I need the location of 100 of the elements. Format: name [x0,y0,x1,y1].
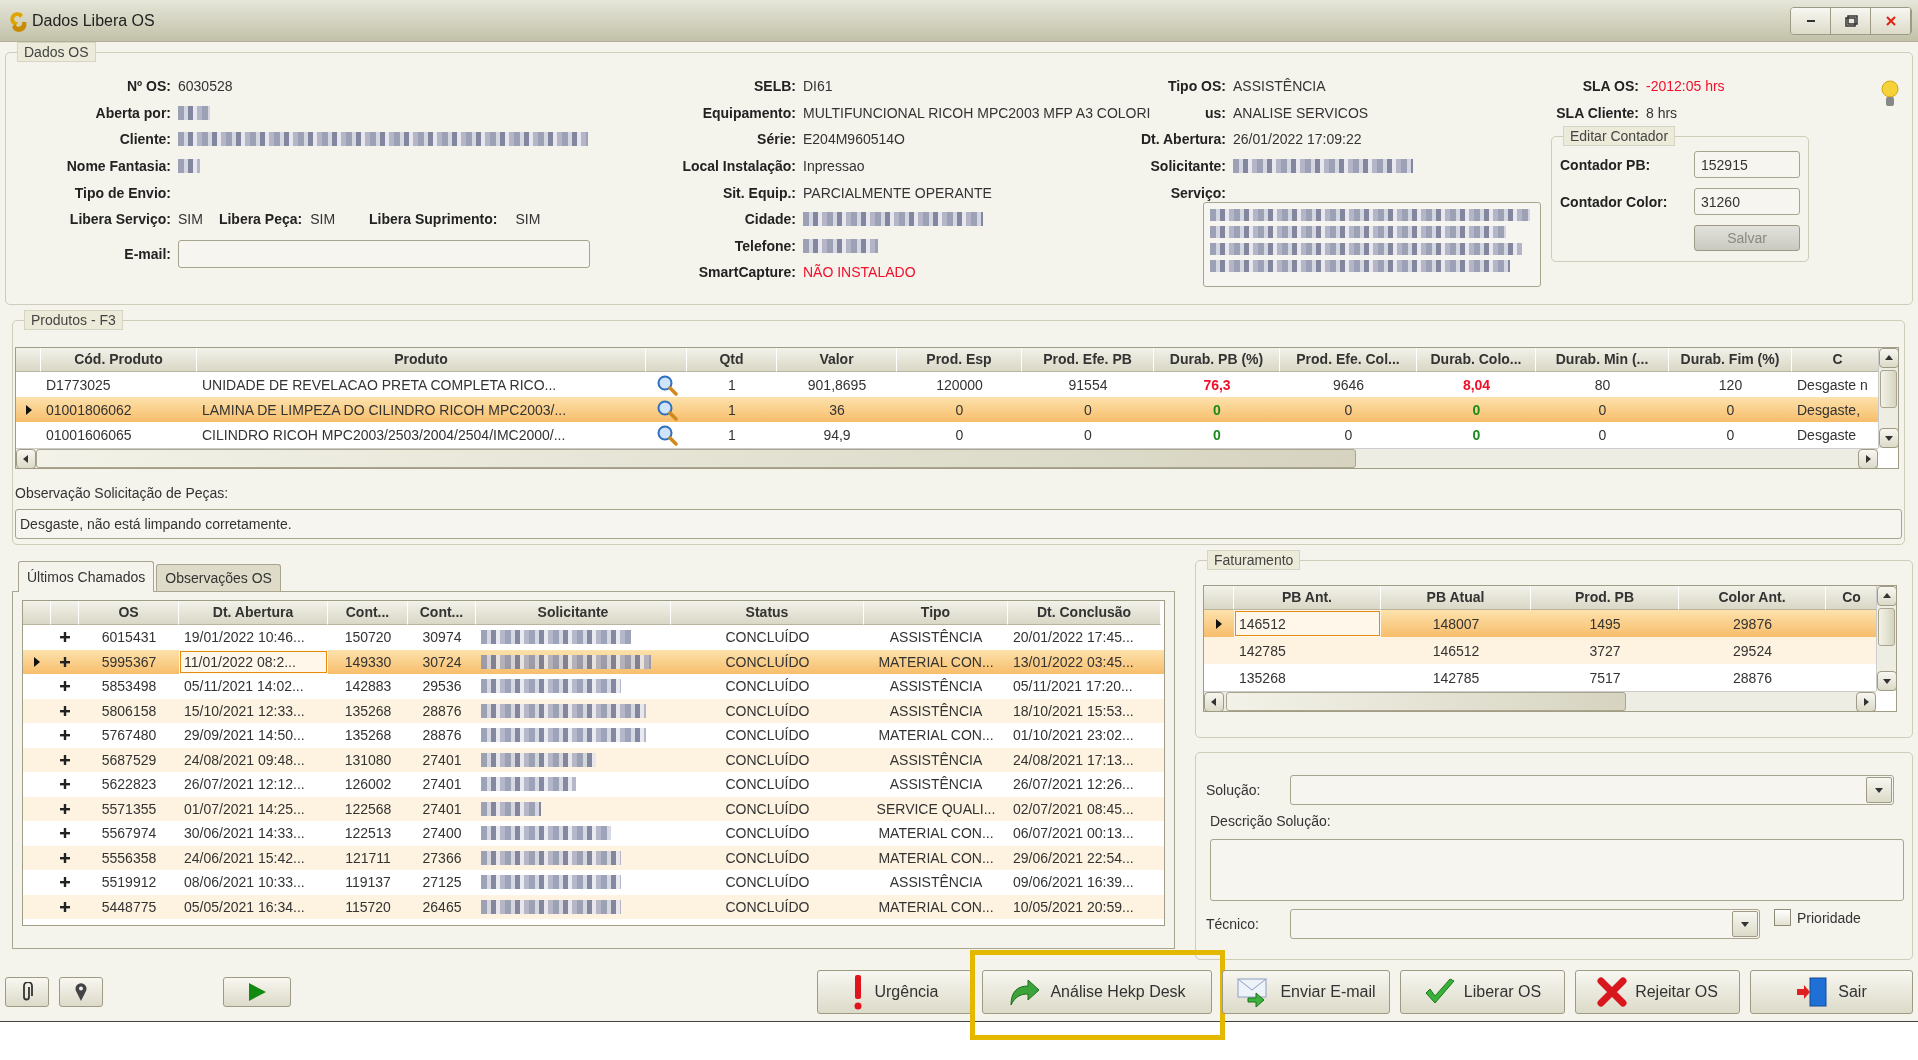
field-label: Local Instalação: [682,158,796,175]
table-cell-text: 13/01/2022 03:45... [1012,652,1135,672]
table-cell-text: CONCLUÍDO [724,799,811,819]
field-label: Libera Peça: [218,211,303,228]
plus-icon[interactable] [59,753,71,766]
table-cell-text: 26/07/2021 12:26... [1012,775,1135,795]
table-cell-text: 27401 [421,799,463,819]
field-label: SmartCapture: [698,264,796,281]
field-label: Libera Suprimento: [369,211,498,228]
close-button[interactable] [1871,7,1911,34]
field-label: Nome Fantasia: [66,158,171,175]
scrollbar-thumb[interactable] [36,449,1356,468]
column-header: Durab. Fim (%) [1669,348,1792,372]
field-label: SELB: [754,78,796,95]
scroll-right-button[interactable] [1858,449,1878,469]
send-email-button[interactable]: Enviar E-mail [1222,970,1390,1014]
plus-icon[interactable] [59,778,71,791]
table-cell-text: 80 [1593,375,1612,395]
email-field[interactable] [178,239,590,268]
maximize-button[interactable] [1831,7,1871,34]
scroll-left-button[interactable] [1204,692,1224,712]
table-cell-text: 29536 [421,677,463,697]
dropdown-button[interactable] [1732,911,1758,937]
plus-icon[interactable] [59,680,71,693]
table-cell-text: CONCLUÍDO [724,701,811,721]
column-header: Produto [197,348,646,372]
scroll-up-button[interactable] [1879,348,1899,368]
scrollbar-thumb[interactable] [1878,608,1895,646]
table-cell-text: ASSISTÊNCIA [888,677,984,697]
scroll-left-button[interactable] [16,449,36,469]
down-arrow-icon [1884,433,1894,443]
scroll-down-button[interactable] [1877,671,1897,691]
field-label: Solução: [1206,782,1262,798]
reject-button[interactable]: Rejeitar OS [1575,970,1740,1014]
search-icon [655,423,678,446]
plus-icon[interactable] [59,851,71,864]
table-cell-text: Desgaste, [1796,400,1862,420]
plus-icon[interactable] [59,827,71,840]
map-pin-button[interactable] [59,977,103,1007]
table-cell-text: 0 [1083,425,1093,445]
table-cell-text: 148007 [1431,614,1481,634]
forward-button[interactable]: Análise Hekp Desk [982,970,1212,1014]
plus-icon[interactable] [59,900,71,913]
scrollbar-thumb[interactable] [1880,370,1897,408]
row-pointer-icon [1215,617,1223,630]
checkbox-label: Prioridade [1797,909,1861,926]
table-cell-text: 1 [727,400,737,420]
plus-icon[interactable] [59,655,71,668]
description-field[interactable] [1210,839,1904,901]
table-cell-text: 5556358 [100,848,158,868]
plus-icon[interactable] [59,876,71,889]
tab[interactable]: Observações OS [156,564,281,591]
exit-button[interactable]: Sair [1750,970,1913,1014]
table-cell-text: CONCLUÍDO [724,628,811,648]
window-title: Dados Libera OS [32,11,155,30]
group-title: Faturamento [1207,550,1301,570]
column-header: Co [1826,586,1878,610]
minimize-button[interactable] [1791,7,1831,34]
table-cell-text: 01/10/2021 23:02... [1012,726,1135,746]
observation-field[interactable]: Desgaste, não está limpando corretamente. [15,509,1902,539]
table-cell: 11/01/2022 08:2... [179,649,328,674]
table-cell-text: ASSISTÊNCIA [888,775,984,795]
scroll-down-button[interactable] [1879,428,1899,448]
table-cell-text: 08/06/2021 10:33... [183,873,306,893]
scrollbar-thumb[interactable] [1226,692,1626,711]
field-label: Observação Solicitação de Peças: [15,485,229,501]
table-cell-text: 24/08/2021 09:48... [183,750,306,770]
play-button[interactable] [223,977,291,1007]
checkbox[interactable] [1774,909,1791,926]
paperclip-button[interactable] [5,977,49,1007]
counter-field[interactable]: 152915 [1694,151,1800,179]
table-cell-text: 0 [1471,425,1482,445]
table-cell-text: MATERIAL CON... [877,726,995,746]
field-value: DI61 [803,78,833,95]
plus-icon[interactable] [59,631,71,644]
maximize-icon [1842,13,1859,28]
table-cell-text: 06/07/2021 00:13... [1012,824,1135,844]
table-cell-text: 7517 [1588,668,1622,688]
table-cell-text: 122568 [343,799,393,819]
column-header: Durab. Colo... [1417,348,1536,372]
table-cell-text: 5448775 [100,897,158,917]
right-arrow-icon [1861,697,1871,707]
tab[interactable]: Últimos Chamados [18,561,155,592]
scroll-up-button[interactable] [1877,586,1897,606]
service-text-box[interactable] [1203,201,1541,287]
column-header: PB Ant. [1234,586,1381,610]
table-cell-text: 28876 [421,726,463,746]
release-button[interactable]: Liberar OS [1400,970,1565,1014]
plus-icon[interactable] [59,729,71,742]
plus-icon[interactable] [59,802,71,815]
plus-icon[interactable] [59,704,71,717]
field-value: E204M960514O [803,131,905,148]
table-cell-text: 09/06/2021 16:39... [1012,873,1135,893]
table-cell-text: 18/10/2021 15:53... [1012,701,1135,721]
field-label: Técnico: [1206,916,1260,932]
counter-field[interactable]: 31260 [1694,188,1800,216]
scroll-right-button[interactable] [1856,692,1876,712]
urgency-button[interactable]: Urgência [817,970,972,1014]
field-value: 6030528 [178,78,233,95]
dropdown-button[interactable] [1866,777,1892,803]
